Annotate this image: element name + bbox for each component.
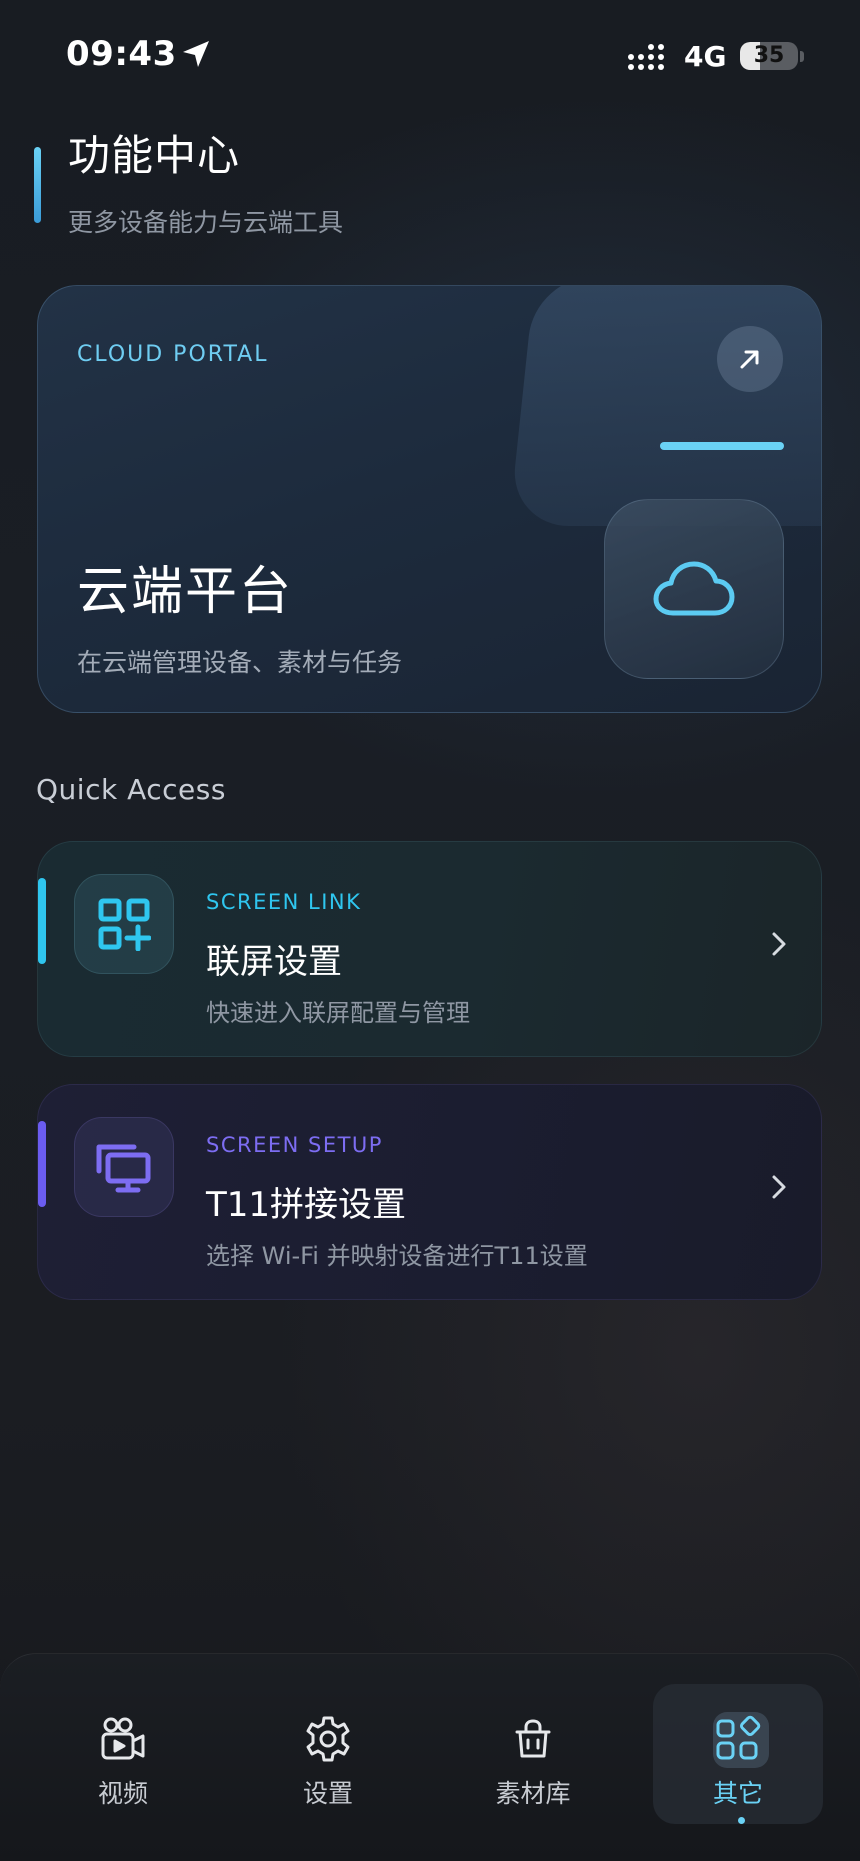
shopping-bag-icon: [515, 1719, 551, 1758]
cloud-card-description: 在云端管理设备、素材与任务: [77, 648, 403, 677]
nav-item-settings[interactable]: 设置: [243, 1684, 413, 1824]
screen-setup-card[interactable]: SCREEN SETUP T11拼接设置 选择 Wi-Fi 并映射设备进行T11…: [37, 1084, 822, 1300]
card-title: T11拼接设置: [206, 1185, 407, 1225]
card-title: 联屏设置: [206, 942, 342, 982]
chevron-right-icon: [772, 1175, 786, 1199]
cloud-icon-tile: [604, 499, 784, 679]
screen-setup-icon-tile: [74, 1117, 174, 1217]
card-decoration: [508, 286, 821, 526]
arrow-up-right-icon: [740, 350, 759, 369]
chevron-right-icon: [772, 932, 786, 956]
active-indicator-dot: [738, 1817, 745, 1824]
card-description: 选择 Wi-Fi 并映射设备进行T11设置: [206, 1242, 588, 1270]
nav-label: 素材库: [495, 1779, 571, 1808]
nav-item-video[interactable]: 视频: [38, 1684, 208, 1824]
monitors-icon: [96, 1144, 151, 1193]
battery-icon: 35: [740, 42, 798, 70]
network-type: 4G: [684, 40, 727, 73]
quick-access-title: Quick Access: [36, 773, 226, 806]
card-eyebrow: SCREEN SETUP: [206, 1133, 383, 1157]
nav-label: 设置: [302, 1779, 353, 1808]
status-time: 09:43: [66, 34, 177, 74]
screen-link-icon-tile: [74, 874, 174, 974]
card-accent-bar: [38, 1121, 46, 1207]
page-subtitle: 更多设备能力与云端工具: [68, 208, 344, 237]
page-title: 功能中心: [68, 131, 241, 180]
cloud-icon: [653, 561, 735, 616]
battery-level: 35: [753, 43, 785, 68]
bottom-navigation: 视频 设置 素材库 其它: [0, 1653, 860, 1861]
gear-icon: [306, 1716, 350, 1762]
card-eyebrow: SCREEN LINK: [206, 890, 362, 914]
video-camera-icon: [101, 1717, 145, 1760]
card-description: 快速进入联屏配置与管理: [206, 999, 470, 1027]
nav-item-materials[interactable]: 素材库: [448, 1684, 618, 1824]
nav-item-other[interactable]: 其它: [653, 1684, 823, 1824]
status-bar: 09:43 4G 35: [0, 0, 860, 110]
card-accent-bar: [38, 878, 46, 964]
open-cloud-button[interactable]: [717, 326, 783, 392]
nav-label: 其它: [712, 1779, 763, 1808]
cloud-card-accent-line: [660, 442, 784, 450]
location-arrow-icon: [183, 41, 209, 67]
signal-dots-icon: [628, 44, 664, 70]
apps-grid-icon: [716, 1715, 761, 1760]
screen-link-card[interactable]: SCREEN LINK 联屏设置 快速进入联屏配置与管理: [37, 841, 822, 1057]
battery-nub: [800, 51, 804, 62]
cloud-portal-card[interactable]: CLOUD PORTAL 云端平台 在云端管理设备、素材与任务: [37, 285, 822, 713]
nav-label: 视频: [97, 1779, 148, 1808]
qr-grid-plus-icon: [98, 898, 151, 951]
header-accent-bar: [34, 147, 41, 223]
cloud-card-eyebrow: CLOUD PORTAL: [77, 342, 269, 367]
cloud-card-title: 云端平台: [77, 562, 294, 622]
